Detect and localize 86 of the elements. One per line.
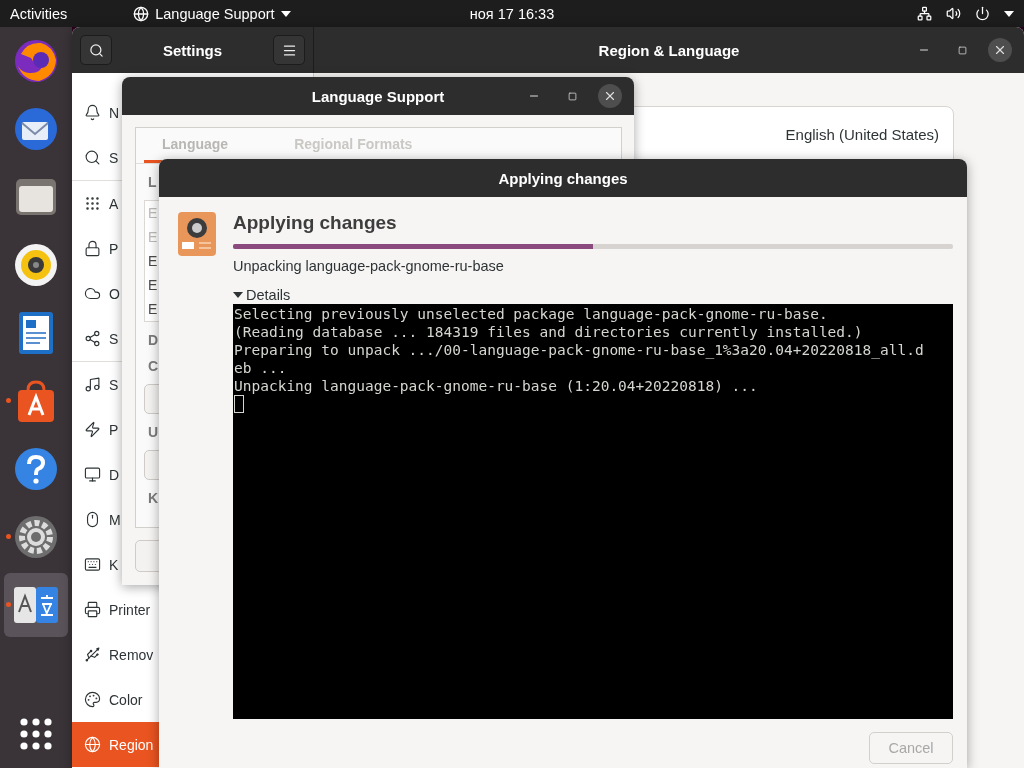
- caret-icon: [280, 10, 291, 17]
- menu-button[interactable]: [273, 35, 305, 65]
- maximize-icon: [957, 45, 967, 55]
- gear-icon: [13, 514, 59, 560]
- sidebar-item-label: D: [109, 466, 120, 483]
- music-note-icon: [84, 376, 101, 393]
- sidebar-item-label: P: [109, 240, 119, 257]
- palette-icon: [84, 691, 101, 708]
- language-item[interactable]: E: [145, 297, 159, 321]
- help-icon: [13, 446, 59, 492]
- terminal-line: eb ...: [234, 359, 288, 377]
- dialog-title: Applying changes: [498, 169, 628, 187]
- sidebar-item[interactable]: Printer: [72, 587, 159, 632]
- sidebar-item-label: K: [109, 556, 119, 573]
- grid-icon: [84, 195, 101, 212]
- sidebar-item-label: Region: [109, 736, 154, 753]
- label-text: D: [147, 332, 158, 348]
- sidebar-item[interactable]: K: [72, 542, 159, 587]
- share-icon: [84, 330, 101, 347]
- dock-item[interactable]: [4, 573, 68, 637]
- dialog-heading: Applying changes: [233, 212, 398, 234]
- maximize-icon: [567, 91, 577, 101]
- language-item[interactable]: E: [145, 249, 159, 273]
- sidebar-item-label: Printer: [109, 601, 151, 618]
- globe-icon: [84, 736, 101, 753]
- globe-icon: [133, 5, 150, 22]
- sidebar-item-label: O: [109, 285, 120, 302]
- search-button[interactable]: [80, 35, 112, 65]
- close-icon: [603, 89, 617, 103]
- power-icon[interactable]: [975, 6, 990, 21]
- printer-icon: [84, 601, 101, 618]
- terminal-cursor: [234, 395, 244, 413]
- app-menu-label: Language Support: [155, 5, 275, 22]
- sidebar-item-label: N: [109, 104, 120, 121]
- bell-icon: [84, 104, 101, 121]
- close-button[interactable]: [988, 38, 1012, 62]
- caret-icon: [1004, 10, 1014, 17]
- terminal-line: Unpacking language-pack-gnome-ru-base (1:20.04+20220818) ...: [234, 377, 759, 395]
- mail-bird-icon: [13, 106, 59, 152]
- lightning-icon: [84, 421, 101, 438]
- app-grid-icon: [19, 717, 53, 751]
- window-title: Region & Language: [598, 41, 740, 59]
- label-text: U: [147, 424, 158, 440]
- sidebar-item-label: A: [109, 195, 119, 212]
- status-text: Unpacking language-pack-gnome-ru-base: [233, 257, 505, 275]
- lock-icon: [84, 240, 101, 257]
- sidebar-item-label: S: [109, 376, 119, 393]
- label-text: K: [147, 490, 158, 506]
- sidebar-item-label: Color: [109, 691, 143, 708]
- close-button[interactable]: [598, 84, 622, 108]
- sidebar-title: Settings: [162, 41, 223, 59]
- sidebar-item-label: S: [109, 330, 119, 347]
- close-icon: [993, 43, 1007, 57]
- sidebar-item-label: S: [109, 149, 119, 166]
- terminal-line: Preparing to unpack .../00-language-pack-gnome-ru-base_1%3a20.04+20220818_all.d: [234, 341, 925, 359]
- sidebar-item-label: M: [109, 511, 121, 528]
- label-text: L: [147, 174, 158, 190]
- keyboard-icon: [84, 556, 101, 573]
- sidebar-item-label: P: [109, 421, 119, 438]
- caret-icon: [233, 291, 243, 299]
- details-expander[interactable]: Details: [233, 286, 291, 304]
- language-value: English (United States): [785, 126, 939, 143]
- sidebar-item[interactable]: Region: [72, 722, 159, 767]
- activities-button[interactable]: Activities: [10, 5, 68, 22]
- cloud-icon: [84, 285, 101, 302]
- label-text: C: [147, 358, 158, 374]
- sidebar-item[interactable]: Remov: [72, 632, 159, 677]
- language-item[interactable]: E: [145, 273, 159, 297]
- clock[interactable]: ноя 17 16:33: [469, 5, 555, 22]
- package-gear-icon: [178, 212, 216, 256]
- terminal-line: (Reading database ... 184319 files and directories currently installed.): [234, 323, 864, 341]
- speaker-icon: [13, 242, 59, 288]
- search-icon: [88, 42, 104, 58]
- sidebar-item-label: Remov: [109, 646, 154, 663]
- menu-icon: [281, 42, 297, 58]
- browser-icon: [13, 38, 59, 84]
- volume-icon[interactable]: [946, 6, 961, 21]
- network-icon[interactable]: [917, 6, 932, 21]
- app-menu[interactable]: Language Support: [133, 5, 291, 22]
- mouse-icon: [84, 511, 101, 528]
- terminal-line: Selecting previously unselected package language-pack-gnome-ru-base.: [234, 305, 829, 323]
- usb-icon: [84, 646, 101, 663]
- window-title: Language Support: [311, 87, 445, 105]
- monitor-icon: [84, 466, 101, 483]
- sidebar-item[interactable]: Color: [72, 677, 159, 722]
- search-icon: [84, 149, 101, 166]
